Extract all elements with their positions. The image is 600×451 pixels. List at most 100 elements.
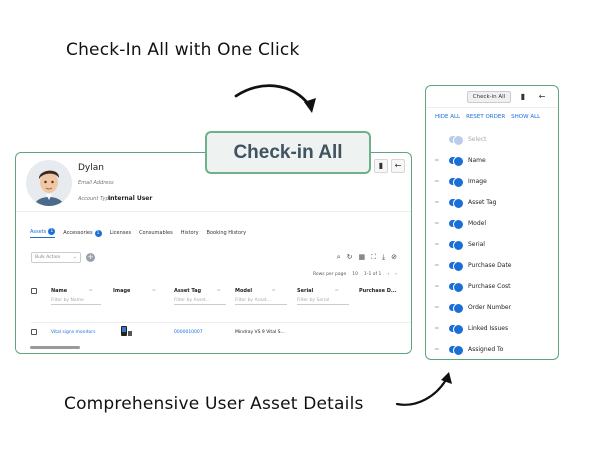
rows-per-page-label: Rows per page [312,272,347,277]
column-toggle-label: Linked Issues [468,324,509,332]
check-in-all-button[interactable]: Check-in All [467,91,511,103]
col-asset-tag[interactable]: Asset Tag ═ [174,288,220,294]
column-toggle-assigned-to[interactable]: ═ Assigned To [435,343,555,356]
col-image-label: Image [113,288,131,294]
document-icon[interactable]: ▮ [374,159,388,173]
clear-filter-icon[interactable]: ⊘ [391,253,397,262]
tab-licenses[interactable]: Licenses [110,228,131,238]
column-visibility-panel: Check-in All ▮ ← HIDE ALL RESET ORDER SH… [425,85,559,360]
drag-handle-icon[interactable]: ═ [435,178,449,185]
select-all-checkbox[interactable] [31,288,37,294]
drag-handle-icon[interactable]: ═ [435,325,449,332]
column-toggle-order-number[interactable]: ═ Order Number [435,301,555,314]
fullscreen-icon[interactable]: ⛶ [371,253,376,262]
column-toggle-model[interactable]: ═ Model [435,217,555,230]
tab-consumables[interactable]: Consumables [139,228,173,238]
column-toggle-label: Purchase Cost [468,282,511,290]
columns-icon[interactable]: ▦ [358,253,365,262]
serial-filter-input[interactable]: Filter by Serial [297,298,349,305]
column-toggle-serial[interactable]: ═ Serial [435,238,555,251]
count-badge: 1 [48,228,56,235]
tab-label: Assets [30,228,47,235]
reset-order-button[interactable]: RESET ORDER [466,114,505,120]
toggle-switch[interactable] [449,323,464,335]
prev-page-icon[interactable]: ‹ [387,272,389,277]
device-thumbnail [121,326,132,336]
col-purchase-date[interactable]: Purchase D... [359,288,397,294]
column-menu-icon[interactable]: ═ [335,288,338,294]
column-toggle-label: Purchase Date [468,261,512,269]
column-toggle-select[interactable]: Select [435,133,555,146]
hide-all-button[interactable]: HIDE ALL [435,114,460,120]
drag-handle-icon[interactable]: ═ [435,346,449,353]
column-toggle-label: Model [468,219,487,227]
toggle-switch[interactable] [449,344,464,356]
next-page-icon[interactable]: › [395,272,397,277]
drag-handle-icon[interactable]: ═ [435,283,449,290]
col-serial-label: Serial [297,288,314,294]
asset-tag-filter-input[interactable]: Filter by Asset... [174,298,226,305]
asset-tag-link[interactable]: 0000010007 [174,330,203,335]
chevron-down-icon: ⌄ [72,254,77,260]
row-checkbox[interactable] [31,329,37,335]
column-menu-icon[interactable]: ═ [89,288,92,294]
add-icon[interactable]: + [86,253,95,262]
column-toggle-purchase-cost[interactable]: ═ Purchase Cost [435,280,555,293]
column-menu-icon[interactable]: ═ [217,288,220,294]
rows-per-page-select[interactable]: 10 [352,272,358,277]
tab-accessories[interactable]: Accessories 1 [63,228,102,238]
name-filter-input[interactable]: Filter by Name [51,298,101,305]
tab-history[interactable]: History [181,228,199,238]
download-icon[interactable]: ⤓ [382,253,385,262]
back-arrow-icon[interactable]: ← [535,90,549,104]
toggle-switch[interactable] [449,302,464,314]
user-detail-card: Dylan Email Address Account Type Interna… [15,152,412,354]
drag-handle-icon[interactable]: ═ [435,157,449,164]
tab-booking-history[interactable]: Booking History [207,228,247,238]
tab-label: Accessories [63,230,93,236]
tab-label: Consumables [139,230,173,236]
drag-handle-icon[interactable]: ═ [435,199,449,206]
drag-handle-icon[interactable]: ═ [435,220,449,227]
col-model-label: Model [235,288,253,294]
column-menu-icon[interactable]: ═ [152,288,155,294]
toggle-switch[interactable] [449,281,464,293]
col-model[interactable]: Model ═ [235,288,275,294]
back-arrow-icon[interactable]: ← [391,159,405,173]
col-image[interactable]: Image ═ [113,288,155,294]
column-toggle-purchase-date[interactable]: ═ Purchase Date [435,259,555,272]
refresh-icon[interactable]: ↻ [347,253,353,262]
col-name[interactable]: Name ═ [51,288,92,294]
toggle-switch[interactable] [449,197,464,209]
column-toggle-name[interactable]: ═ Name [435,154,555,167]
drag-handle-icon[interactable]: ═ [435,304,449,311]
toggle-switch[interactable] [449,239,464,251]
bulk-action-placeholder: Bulk Action [35,255,61,260]
toggle-switch[interactable] [449,134,464,146]
col-serial[interactable]: Serial ═ [297,288,338,294]
document-icon[interactable]: ▮ [516,90,530,104]
toggle-switch[interactable] [449,260,464,272]
column-toggle-image[interactable]: ═ Image [435,175,555,188]
tab-assets[interactable]: Assets 1 [30,228,56,238]
toggle-switch[interactable] [449,176,464,188]
headline-check-in: Check-In All with One Click [66,40,300,60]
column-toggle-linked-issues[interactable]: ═ Linked Issues [435,322,555,335]
model-filter-input[interactable]: Filter by Asset... [235,298,287,305]
column-toggle-asset-tag[interactable]: ═ Asset Tag [435,196,555,209]
drag-handle-icon[interactable]: ═ [435,241,449,248]
toggle-switch[interactable] [449,218,464,230]
column-menu-icon[interactable]: ═ [272,288,275,294]
bulk-action-select[interactable]: Bulk Action ⌄ [31,252,81,263]
column-toggle-label: Name [468,156,486,164]
table-row[interactable]: Vital signs monitors 0000010007 Mindray … [31,322,411,342]
search-icon[interactable]: ⌕ [337,253,341,262]
account-type-value: Internal User [108,195,153,202]
horizontal-scrollbar[interactable] [30,346,80,349]
drag-handle-icon[interactable]: ═ [435,262,449,269]
toggle-switch[interactable] [449,155,464,167]
asset-name-link[interactable]: Vital signs monitors [51,330,95,335]
panel-header: Check-in All ▮ ← [426,86,558,108]
show-all-button[interactable]: SHOW ALL [511,114,540,120]
col-asset-tag-label: Asset Tag [174,288,202,294]
